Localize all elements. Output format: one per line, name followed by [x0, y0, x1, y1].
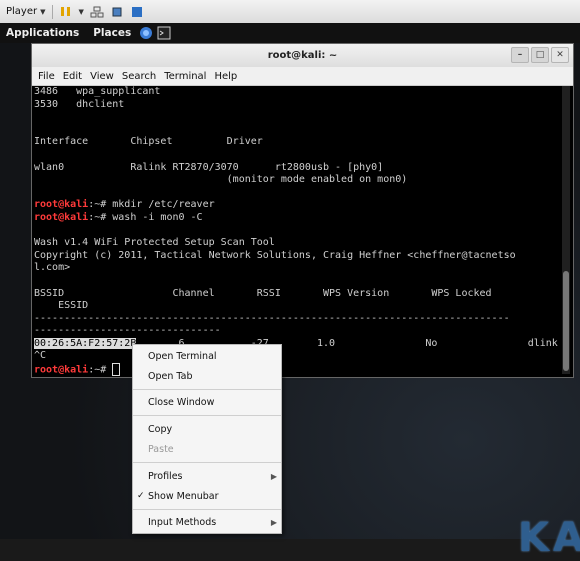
chevron-down-icon: ▼: [40, 7, 46, 16]
player-toolbar: Player ▼ ▼: [0, 0, 580, 24]
divider: [51, 4, 53, 19]
minimize-icon: –: [517, 50, 523, 60]
command-text: :~# wash -i mon0 -C: [88, 211, 203, 223]
close-button[interactable]: ✕: [551, 47, 569, 63]
menu-separator: [133, 415, 281, 416]
menu-item-label: Input Methods: [148, 516, 217, 528]
terminal-line: ----------------------------------------…: [34, 312, 510, 324]
menu-item-label: Show Menubar: [148, 490, 219, 502]
terminal-window[interactable]: root@kali: ~ – □ ✕ File Edit View Search…: [31, 43, 574, 378]
menu-item-label: Copy: [148, 423, 173, 435]
prompt-user: root@kali: [34, 211, 89, 223]
unity-button[interactable]: [130, 6, 144, 18]
menu-item-close-window[interactable]: Close Window: [133, 394, 281, 410]
terminal-line: 3486 wpa_supplicant: [34, 86, 161, 97]
applications-menu[interactable]: Applications: [6, 27, 79, 39]
menu-edit[interactable]: Edit: [63, 71, 82, 82]
prompt-line: root@kali:~# wash -i mon0 -C: [34, 212, 560, 225]
network-button[interactable]: [90, 6, 104, 18]
menu-item-label: Profiles: [148, 470, 183, 482]
fullscreen-button[interactable]: [110, 6, 124, 18]
maximize-button[interactable]: □: [531, 47, 549, 63]
menu-separator: [133, 462, 281, 463]
chevron-down-icon[interactable]: ▼: [79, 8, 84, 16]
player-menu-label: Player: [6, 6, 38, 17]
terminal-launcher-icon[interactable]: [157, 26, 171, 40]
terminal-line: 00:26:5A:F2:57:2B 6 -27 1.0 No dlink: [34, 337, 560, 351]
menu-view[interactable]: View: [90, 71, 114, 82]
menu-item-label: Open Terminal: [148, 350, 217, 362]
text-cursor: [112, 363, 121, 376]
prompt-line: root@kali:~#: [34, 363, 560, 376]
menu-item-label: Paste: [148, 443, 174, 455]
unity-icon: [131, 6, 142, 17]
top-panel: Applications Places: [0, 23, 580, 43]
close-icon: ✕: [556, 50, 564, 60]
chevron-right-icon: ▶: [270, 471, 277, 481]
kali-logo: KA: [518, 515, 580, 561]
menu-item-label: Open Tab: [148, 370, 193, 382]
menu-file[interactable]: File: [38, 71, 55, 82]
terminal-line: (monitor mode enabled on mon0): [34, 174, 408, 186]
terminal-output[interactable]: 3486 wpa_supplicant 3530 dhclient Interf…: [34, 86, 560, 376]
terminal-line: -------------------------------: [34, 325, 221, 337]
terminal-line: Copyright (c) 2011, Tactical Network Sol…: [34, 249, 516, 261]
terminal-line: 3530 dhclient: [34, 98, 125, 110]
command-text: :~# mkdir /etc/reaver: [88, 199, 215, 211]
command-text: :~#: [88, 364, 113, 376]
prompt-line: root@kali:~# mkdir /etc/reaver: [34, 199, 560, 212]
menu-item-open-tab[interactable]: Open Tab: [133, 368, 281, 384]
pause-button[interactable]: [59, 6, 73, 18]
context-menu: Open Terminal Open Tab Close Window Copy…: [132, 344, 282, 534]
scrollbar-thumb[interactable]: [563, 271, 569, 371]
fullscreen-icon: [112, 7, 122, 16]
menu-separator: [133, 509, 281, 510]
places-menu[interactable]: Places: [93, 27, 131, 39]
scrollbar[interactable]: [562, 86, 570, 374]
maximize-icon: □: [535, 50, 545, 60]
checkmark-icon: ✓: [137, 491, 145, 501]
network-icon: [90, 6, 104, 17]
menu-item-show-menubar[interactable]: ✓ Show Menubar: [133, 488, 281, 504]
prompt-user: root@kali: [34, 364, 89, 376]
terminal-line: ^C: [34, 350, 47, 362]
terminal-line: Wash v1.4 WiFi Protected Setup Scan Tool: [34, 237, 275, 249]
minimize-button[interactable]: –: [511, 47, 529, 63]
menu-terminal[interactable]: Terminal: [164, 71, 206, 82]
menu-item-paste: Paste: [133, 441, 281, 457]
browser-icon[interactable]: [139, 26, 153, 40]
terminal-line: wlan0 Ralink RT2870/3070 rt2800usb - [ph…: [34, 161, 384, 173]
menubar: File Edit View Search Terminal Help: [32, 67, 573, 86]
terminal-line: BSSID Channel RSSI WPS Version WPS Locke…: [34, 287, 492, 299]
terminal-line: ESSID: [34, 300, 89, 312]
player-menu-button[interactable]: Player ▼: [6, 6, 46, 17]
window-title: root@kali: ~: [267, 50, 338, 61]
menu-item-profiles[interactable]: Profiles ▶: [133, 468, 281, 484]
menu-item-copy[interactable]: Copy: [133, 421, 281, 437]
terminal-line: Interface Chipset Driver: [34, 136, 263, 148]
menu-item-input-methods[interactable]: Input Methods ▶: [133, 514, 281, 530]
menu-search[interactable]: Search: [122, 71, 156, 82]
chevron-right-icon: ▶: [270, 517, 277, 527]
menu-item-open-terminal[interactable]: Open Terminal: [133, 348, 281, 364]
terminal-line: l.com>: [34, 262, 71, 274]
menu-item-label: Close Window: [148, 396, 215, 408]
menu-help[interactable]: Help: [214, 71, 237, 82]
pause-icon: [60, 7, 70, 16]
selected-text: 00:26:5A:F2:57:2B: [34, 337, 137, 349]
menu-separator: [133, 389, 281, 390]
window-titlebar[interactable]: root@kali: ~ – □ ✕: [32, 44, 573, 67]
prompt-user: root@kali: [34, 199, 89, 211]
